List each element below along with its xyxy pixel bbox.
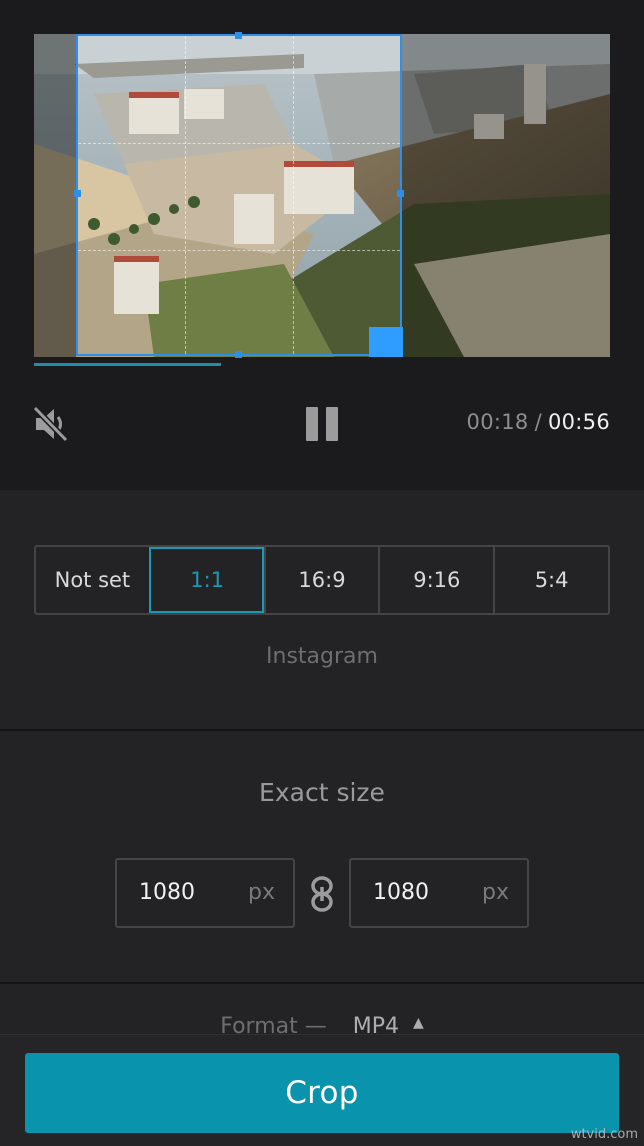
mute-button[interactable] bbox=[32, 404, 70, 444]
video-player: 00:18/00:56 bbox=[0, 0, 644, 490]
chain-link-icon bbox=[311, 876, 333, 912]
crop-handle-bottom[interactable] bbox=[235, 351, 242, 358]
pause-button[interactable] bbox=[304, 407, 340, 443]
playback-progress-fill bbox=[34, 363, 222, 366]
crop-grid-line bbox=[185, 36, 186, 354]
aspect-lock-button[interactable] bbox=[310, 876, 334, 912]
exact-size-title: Exact size bbox=[259, 778, 385, 807]
height-unit: px bbox=[482, 880, 509, 905]
caret-up-icon: ▲ bbox=[413, 1015, 424, 1031]
aspect-option-not-set[interactable]: Not set bbox=[36, 547, 149, 613]
crop-button[interactable]: Crop bbox=[25, 1053, 619, 1133]
section-divider bbox=[0, 729, 644, 731]
action-bar: Crop wtvid.com bbox=[0, 1034, 644, 1146]
crop-frame[interactable] bbox=[74, 32, 404, 358]
crop-handle-right[interactable] bbox=[397, 190, 404, 197]
height-field[interactable]: 1080 px bbox=[349, 858, 529, 928]
watermark: wtvid.com bbox=[570, 1127, 638, 1142]
crop-grid-line bbox=[78, 143, 400, 144]
aspect-option-5-4[interactable]: 5:4 bbox=[493, 547, 608, 613]
width-value[interactable]: 1080 bbox=[139, 880, 195, 905]
width-unit: px bbox=[248, 880, 275, 905]
crop-resize-handle[interactable] bbox=[369, 327, 403, 357]
time-separator: / bbox=[534, 410, 542, 434]
playback-time: 00:18/00:56 bbox=[467, 410, 610, 434]
width-field[interactable]: 1080 px bbox=[115, 858, 295, 928]
section-divider bbox=[0, 982, 644, 984]
total-duration: 00:56 bbox=[547, 410, 610, 434]
current-time: 00:18 bbox=[466, 410, 529, 434]
height-value[interactable]: 1080 bbox=[373, 880, 429, 905]
crop-grid-line bbox=[293, 36, 294, 354]
playback-progress-bar[interactable] bbox=[34, 363, 610, 366]
aspect-preset-caption: Instagram bbox=[266, 644, 378, 669]
volume-muted-icon bbox=[32, 405, 69, 443]
pause-icon bbox=[306, 407, 318, 441]
aspect-ratio-selector: Not set 1:1 16:9 9:16 5:4 bbox=[34, 545, 610, 615]
aspect-option-9-16[interactable]: 9:16 bbox=[378, 547, 493, 613]
crop-handle-top[interactable] bbox=[235, 32, 242, 39]
crop-grid-line bbox=[78, 250, 400, 251]
aspect-option-16-9[interactable]: 16:9 bbox=[263, 547, 379, 613]
crop-handle-left[interactable] bbox=[74, 190, 81, 197]
pause-icon-bar bbox=[326, 407, 338, 441]
aspect-option-1-1[interactable]: 1:1 bbox=[148, 547, 264, 613]
